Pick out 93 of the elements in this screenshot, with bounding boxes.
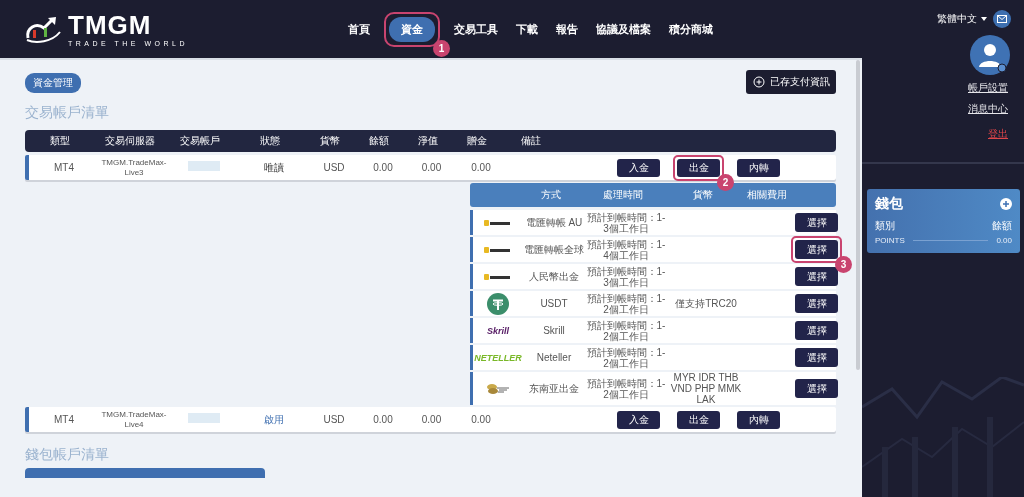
action-button[interactable]: 內轉 — [737, 410, 780, 429]
wallet-balance: 0.00 — [996, 236, 1012, 245]
bank-card-icon — [484, 272, 512, 281]
table-cell-text: 0.00 — [420, 413, 443, 426]
bank-card-icon — [484, 218, 512, 227]
currency-text: MYR IDR THB VND PHP MMK LAK — [669, 372, 743, 405]
processing-time: 預計到帳時間：1-3個工作日 — [585, 265, 667, 288]
brand-logo: Skrill — [487, 325, 509, 336]
status-text: 唯讀 — [263, 161, 285, 174]
nav-tab[interactable]: 協議及檔案 — [592, 16, 655, 42]
column-header: 相關費用 — [746, 188, 788, 202]
column-header: 淨值 — [416, 134, 439, 148]
table-cell-text: 0.00 — [420, 161, 443, 174]
column-header: 餘額 — [368, 134, 390, 148]
redacted-block — [188, 161, 220, 171]
method-name: 電匯轉帳 AU — [524, 217, 584, 228]
table-cell-text: 0.00 — [470, 413, 492, 426]
table-cell-text: 0.00 — [470, 161, 492, 174]
redacted-block — [188, 413, 220, 423]
select-button[interactable]: 選擇 — [795, 294, 838, 313]
column-header: 類別 — [875, 219, 895, 233]
column-header: 備註 — [520, 134, 542, 148]
table-cell-text: MT4 — [53, 413, 75, 426]
processing-time: 預計到帳時間：1-3個工作日 — [585, 211, 667, 234]
select-button[interactable]: 選擇 — [795, 213, 838, 232]
table-cell-text: USD — [322, 161, 346, 174]
column-header: 方式 — [540, 188, 562, 202]
avatar-icon[interactable] — [970, 35, 1010, 75]
select-button[interactable]: 選擇 — [795, 240, 838, 259]
nav-tab[interactable]: 資金 — [389, 16, 435, 42]
table-cell-text: 0.00 — [372, 161, 394, 174]
language-dropdown[interactable]: 繁體中文 — [937, 12, 987, 26]
method-name: Skrill — [542, 325, 566, 336]
processing-time: 預計到帳時間：1-4個工作日 — [585, 238, 667, 261]
currency-text: 僅支持TRC20 — [674, 298, 738, 309]
column-header: 贈金 — [466, 134, 488, 148]
logo-wordmark: TMGM — [68, 11, 153, 38]
saved-payment-button[interactable]: 已存支付資訊 — [746, 70, 836, 94]
section-title: 錢包帳戶清單 — [25, 446, 110, 464]
select-button[interactable]: 選擇 — [795, 321, 838, 340]
column-header: 類型 — [49, 134, 71, 148]
table-cell-text: TMGM.TradeMax-Live4 — [100, 409, 168, 430]
method-name: USDT — [539, 298, 569, 309]
column-header: 交易伺服器 — [104, 134, 156, 148]
scrollbar[interactable] — [856, 60, 860, 370]
method-name: 东南亚出金 — [528, 383, 580, 394]
action-button[interactable]: 出金 — [677, 410, 720, 429]
nav-tab[interactable]: 首頁 — [344, 16, 374, 42]
caret-icon — [981, 17, 987, 21]
processing-time: 預計到帳時間：1-2個工作日 — [585, 377, 667, 400]
section-title: 交易帳戶清單 — [25, 104, 110, 122]
column-header: 貨幣 — [692, 188, 714, 202]
sidebar-link[interactable]: 帳戶設置 — [968, 81, 1008, 95]
action-button[interactable]: 入金 — [617, 158, 660, 177]
action-button[interactable]: 入金 — [617, 410, 660, 429]
select-button[interactable]: 選擇 — [795, 267, 838, 286]
mail-icon[interactable] — [993, 10, 1011, 28]
sidebar-link[interactable]: 登出 — [988, 127, 1008, 141]
method-name: Neteller — [535, 352, 573, 363]
step-badge: 3 — [835, 256, 852, 273]
fund-management-button[interactable]: 資金管理 — [25, 73, 81, 93]
action-button[interactable]: 內轉 — [737, 158, 780, 177]
action-button[interactable]: 出金 — [677, 158, 720, 177]
sidebar-link[interactable]: 消息中心 — [968, 102, 1008, 116]
table-cell-text: USD — [322, 413, 346, 426]
processing-time: 預計到帳時間：1-2個工作日 — [585, 292, 667, 315]
nav-tab[interactable]: 積分商城 — [665, 16, 717, 42]
select-button[interactable]: 選擇 — [795, 348, 838, 367]
nav-tab[interactable]: 下載 — [512, 16, 542, 42]
nav-tab[interactable]: 報告 — [552, 16, 582, 42]
wallet-name: POINTS — [875, 236, 905, 245]
column-header: 處理時間 — [602, 188, 644, 202]
table-cell-text: TMGM.TradeMax-Live3 — [100, 157, 168, 178]
brand-logo: NETELLER — [474, 352, 522, 363]
method-name: 人民幣出金 — [528, 271, 580, 282]
step-badge: 1 — [433, 39, 450, 57]
column-header: 餘額 — [992, 219, 1012, 233]
bank-card-icon — [484, 245, 512, 254]
plus-circle-icon — [752, 76, 765, 88]
table-cell-text: 0.00 — [372, 413, 394, 426]
column-header: 貨幣 — [319, 134, 341, 148]
table-cell-text: MT4 — [53, 161, 75, 174]
processing-time: 預計到帳時間：1-2個工作日 — [585, 319, 667, 342]
select-button[interactable]: 選擇 — [795, 379, 838, 398]
status-text: 啟用 — [263, 413, 285, 426]
coins-hand-icon — [486, 381, 510, 396]
column-header: 交易帳戶 — [179, 134, 221, 148]
column-header: 狀態 — [259, 134, 281, 148]
method-name: 電匯轉帳全球 — [523, 244, 585, 255]
add-icon[interactable] — [1000, 198, 1012, 210]
processing-time: 預計到帳時間：1-2個工作日 — [585, 346, 667, 369]
wallet-title: 錢包 — [875, 195, 903, 213]
nav-tab[interactable]: 交易工具 — [450, 16, 502, 42]
